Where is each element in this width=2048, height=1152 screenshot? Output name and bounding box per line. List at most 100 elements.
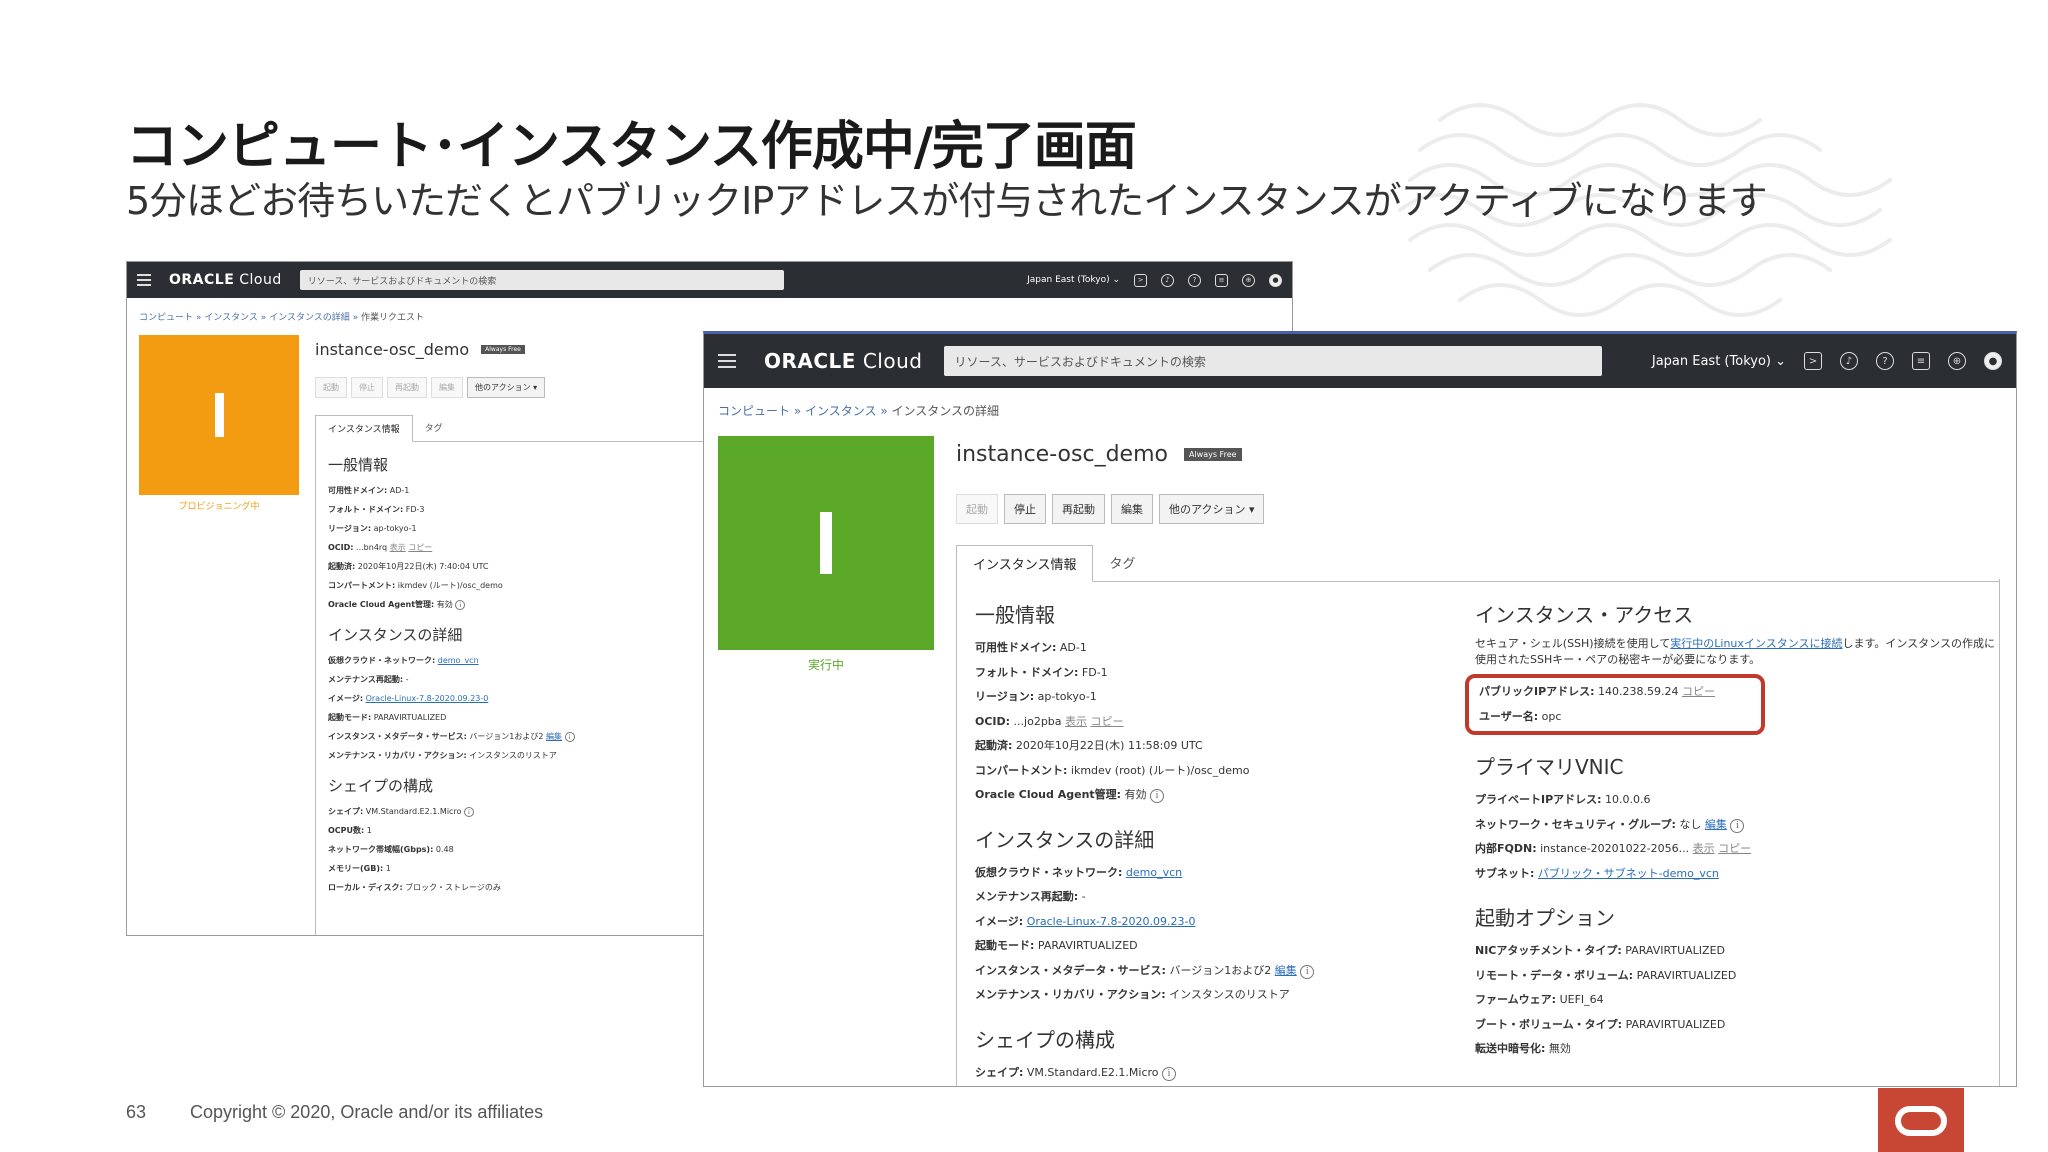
subnet-link[interactable]: パブリック・サブネット-demo_vcn (1538, 867, 1719, 880)
start-button[interactable]: 起動 (956, 494, 998, 524)
region: リージョン: ap-tokyo-1 (975, 690, 1097, 703)
info-icon[interactable]: i (1162, 1066, 1176, 1081)
reboot-button[interactable]: 再起動 (387, 377, 427, 398)
breadcrumb: コンピュート » インスタンス » インスタンスの詳細 » 作業リクエスト (139, 313, 425, 323)
edit-button[interactable]: 編集 (1111, 494, 1153, 524)
info-column-right: インスタンス・アクセス セキュア・シェル(SSH)接続を使用して実行中のLinu… (1465, 599, 1995, 1062)
console-screenshot-running: ORACLE Cloud リソース、サービスおよびドキュメントの検索 Japan… (703, 331, 2017, 1087)
reboot-button[interactable]: 再起動 (1052, 494, 1105, 524)
tab-tags[interactable]: タグ (1093, 545, 1151, 581)
private-ip-address: プライベートIPアドレス: 10.0.0.6 (1475, 793, 1651, 806)
public-ip-copy-link[interactable]: コピー (1682, 685, 1715, 698)
instance-icon (820, 512, 832, 574)
slide-title: コンピュート･インスタンス作成中/完了画面 (126, 117, 1137, 177)
search-input[interactable]: リソース、サービスおよびドキュメントの検索 (299, 270, 784, 290)
stop-button[interactable]: 停止 (351, 377, 383, 398)
oracle-cloud-logo[interactable]: ORACLE Cloud (169, 272, 282, 288)
breadcrumb-current: インスタンスの詳細 (891, 404, 1000, 418)
launch-options-heading: 起動オプション (1475, 906, 1615, 930)
metadata-edit-link[interactable]: 編集 (546, 732, 562, 741)
info-column: 一般情報 可用性ドメイン: AD-1 フォルト・ドメイン: FD-3 リージョン… (328, 454, 688, 897)
hamburger-menu-icon[interactable] (137, 271, 151, 289)
metadata-service: インスタンス・メタデータ・サービス: バージョン1および2 編集 i (328, 727, 688, 746)
console-topbar: ORACLE Cloud リソース、サービスおよびドキュメントの検索 Japan… (704, 334, 2016, 388)
bell-icon[interactable]: ♪ (1840, 352, 1858, 370)
info-icon[interactable]: i (1150, 789, 1165, 803)
more-actions-button[interactable]: 他のアクション ▾ (467, 377, 546, 398)
stop-button[interactable]: 停止 (1004, 494, 1046, 524)
instance-state-tile (718, 436, 934, 650)
tab-instance-info[interactable]: インスタンス情報 (956, 545, 1094, 582)
memory: メモリー(GB): 1 (328, 864, 391, 873)
user-profile-icon[interactable]: ● (1269, 273, 1282, 287)
fqdn-copy-link[interactable]: コピー (1718, 842, 1751, 855)
breadcrumb-current: 作業リクエスト (361, 313, 425, 323)
recovery-action: メンテナンス・リカバリ・アクション: インスタンスのリストア (975, 988, 1290, 1001)
help-icon[interactable]: ? (1188, 273, 1201, 287)
metadata-edit-link[interactable]: 編集 (1275, 964, 1297, 977)
breadcrumb-compute[interactable]: コンピュート (139, 313, 193, 323)
breadcrumb-compute[interactable]: コンピュート (718, 404, 790, 418)
tab-instance-info[interactable]: インスタンス情報 (315, 415, 413, 442)
tab-tags[interactable]: タグ (413, 415, 455, 441)
fqdn-show-link[interactable]: 表示 (1693, 842, 1715, 855)
always-free-badge: Always Free (1183, 448, 1242, 461)
info-icon[interactable]: i (1730, 818, 1745, 833)
launched-at: 起動済: 2020年10月22日(木) 7:40:04 UTC (328, 562, 489, 571)
hamburger-menu-icon[interactable] (718, 350, 736, 372)
instance-access-heading: インスタンス・アクセス (1475, 603, 1694, 627)
connect-linux-instance-link[interactable]: 実行中のLinuxインスタンスに接続 (1670, 637, 1842, 650)
start-button[interactable]: 起動 (315, 377, 347, 398)
info-icon[interactable]: i (455, 600, 466, 610)
user-profile-icon[interactable]: ● (1984, 352, 2002, 370)
image-link[interactable]: Oracle-Linux-7.8-2020.09.23-0 (1027, 915, 1196, 928)
public-ip-highlight-box: パブリックIPアドレス: 140.238.59.24 コピー ユーザー名: op… (1465, 674, 1765, 735)
ocid-copy-link[interactable]: コピー (408, 543, 432, 552)
bell-icon[interactable]: ♪ (1161, 273, 1174, 287)
availability-domain: 可用性ドメイン: AD-1 (975, 641, 1087, 654)
ocid: OCID: ...bn4rq 表示 コピー (328, 543, 433, 552)
ocid-copy-link[interactable]: コピー (1091, 715, 1124, 728)
instance-details-heading: インスタンスの詳細 (328, 626, 463, 644)
info-icon[interactable]: i (564, 732, 575, 742)
vcn: 仮想クラウド・ネットワーク: demo_vcn (328, 656, 479, 665)
maintenance-reboot: メンテナンス再起動: - (975, 890, 1086, 903)
info-icon[interactable]: i (464, 807, 474, 817)
shape-config-heading: シェイプの構成 (975, 1027, 1115, 1052)
always-free-badge: Always Free (481, 345, 525, 354)
search-input[interactable]: リソース、サービスおよびドキュメントの検索 (944, 346, 1603, 376)
launched-at: 起動済: 2020年10月22日(木) 11:58:09 UTC (975, 739, 1203, 752)
general-info-heading: 一般情報 (328, 456, 389, 474)
info-icon[interactable]: i (1300, 964, 1315, 979)
globe-icon[interactable]: ⊕ (1242, 273, 1255, 287)
cloud-agent: Oracle Cloud Agent管理: 有効 i (975, 783, 1455, 808)
edit-button[interactable]: 編集 (431, 377, 463, 398)
region-selector[interactable]: Japan East (Tokyo) ⌄ (1652, 354, 1786, 369)
vcn-link[interactable]: demo_vcn (1126, 866, 1182, 879)
globe-icon[interactable]: ⊕ (1948, 352, 1966, 370)
chat-icon[interactable]: ≡ (1215, 273, 1228, 287)
cloud-shell-icon[interactable]: > (1134, 273, 1147, 287)
help-icon[interactable]: ? (1876, 352, 1894, 370)
cloud-shell-icon[interactable]: > (1804, 352, 1822, 370)
chat-icon[interactable]: ≡ (1912, 352, 1930, 370)
compartment: コンパートメント: ikmdev (ルート)/osc_demo (328, 581, 503, 590)
vcn-link[interactable]: demo_vcn (438, 656, 479, 665)
fault-domain: フォルト・ドメイン: FD-1 (975, 665, 1108, 679)
instance-state-label: 実行中 (807, 658, 844, 672)
more-actions-button[interactable]: 他のアクション ▾ (1159, 494, 1265, 524)
breadcrumb: コンピュート » インスタンス » インスタンスの詳細 (718, 404, 1000, 418)
nsg-edit-link[interactable]: 編集 (1705, 818, 1727, 831)
ocid-show-link[interactable]: 表示 (390, 543, 406, 552)
ocid-show-link[interactable]: 表示 (1065, 715, 1087, 728)
breadcrumb-instance-details[interactable]: インスタンスの詳細 (269, 313, 350, 323)
region-selector[interactable]: Japan East (Tokyo) ⌄ (1027, 275, 1120, 285)
breadcrumb-instances[interactable]: インスタンス (204, 313, 258, 323)
ssh-description: セキュア・シェル(SSH)接続を使用して実行中のLinuxインスタンスに接続しま… (1475, 637, 1995, 666)
image-link[interactable]: Oracle-Linux-7.8-2020.09.23-0 (366, 694, 489, 703)
breadcrumb-instances[interactable]: インスタンス (805, 404, 877, 418)
oracle-cloud-logo[interactable]: ORACLE Cloud (764, 349, 922, 373)
network-bandwidth: ネットワーク帯域幅(Gbps): 0.48 (328, 845, 454, 854)
shape: シェイプ: VM.Standard.E2.1.Micro i (975, 1061, 1455, 1086)
image: イメージ: Oracle-Linux-7.8-2020.09.23-0 (328, 694, 489, 703)
